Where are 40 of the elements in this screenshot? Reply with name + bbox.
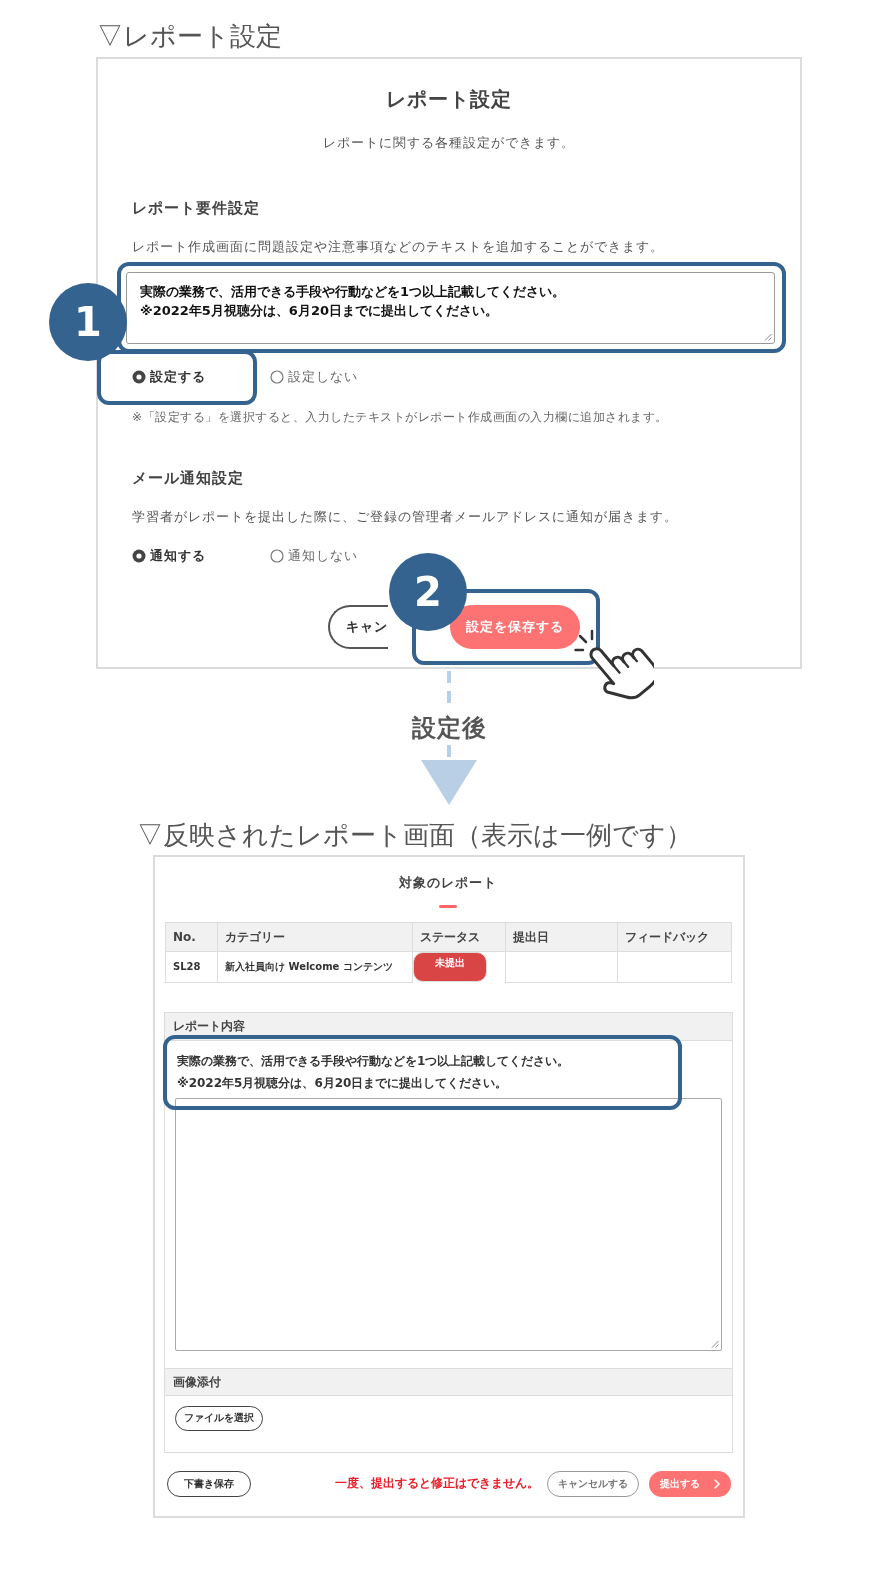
radio-option[interactable]: 設定しない — [270, 367, 358, 387]
chevron-right-icon — [714, 1478, 720, 1489]
column-header: ステータス — [412, 922, 506, 952]
step-number-badge: 1 — [49, 283, 127, 361]
cancel-button[interactable]: キャンセルする — [547, 1470, 639, 1497]
section-heading: レポート要件設定 — [132, 198, 260, 219]
panel-subtitle: レポートに関する各種設定ができます。 — [322, 134, 576, 152]
instruction-text: 実際の業務で、活用できる手段や行動などを1つ以上記載してください。 — [176, 1052, 570, 1070]
column-header: 提出日 — [505, 922, 618, 952]
text-area-field[interactable]: 実際の業務で、活用できる手段や行動などを1つ以上記載してください。 ※2022年5月視聴分は、6月20日までに提出してください。 — [126, 272, 775, 344]
note-text: ※「設定する」を選択すると、入力したテキストがレポート作成画面の入力欄に追加されます。 — [132, 409, 668, 426]
section-heading: メール通知設定 — [132, 468, 244, 489]
warning-text: 一度、提出すると修正はできません。 — [335, 1475, 539, 1492]
file-select-button[interactable]: ファイルを選択 — [175, 1405, 263, 1431]
table-cell: SL28 — [165, 951, 218, 982]
column-header: No. — [165, 922, 218, 952]
section-description: 学習者がレポートを提出した際に、ご登録の管理者メールアドレスに通知が届きます。 — [132, 508, 678, 526]
dashed-connector-line — [447, 669, 451, 705]
resize-grip-icon[interactable] — [711, 1339, 719, 1348]
section-description: レポート作成画面に問題設定や注意事項などのテキストを追加することができます。 — [132, 238, 664, 256]
title-accent-bar — [439, 905, 457, 908]
down-arrow — [421, 745, 477, 805]
radio-option[interactable]: 通知しない — [270, 546, 358, 566]
cancel-button[interactable]: キャン — [328, 605, 388, 649]
transition-label: 設定後 — [411, 713, 487, 743]
column-header: カテゴリー — [217, 922, 413, 952]
radio-option[interactable]: 通知する — [132, 546, 206, 566]
section-header: 画像添付 — [165, 1367, 732, 1396]
radio-option[interactable]: 設定する — [132, 367, 206, 387]
resize-grip-icon[interactable] — [764, 333, 772, 341]
draft-save-button[interactable]: 下書き保存 — [167, 1470, 251, 1497]
instruction-text: ※2022年5月視聴分は、6月20日までに提出してください。 — [176, 1074, 508, 1092]
column-header: フィードバック — [617, 922, 732, 952]
panel-title: レポート設定 — [385, 86, 513, 113]
report-text-field[interactable] — [175, 1097, 722, 1351]
section-caption: ▽レポート設定 — [97, 20, 282, 52]
step-number-badge: 2 — [389, 553, 467, 631]
section-caption: ▽反映されたレポート画面（表示は一例です） — [137, 819, 692, 851]
table-cell: 新入社員向け Welcome コンテンツ — [217, 951, 413, 982]
panel-title: 対象のレポート — [398, 874, 498, 892]
